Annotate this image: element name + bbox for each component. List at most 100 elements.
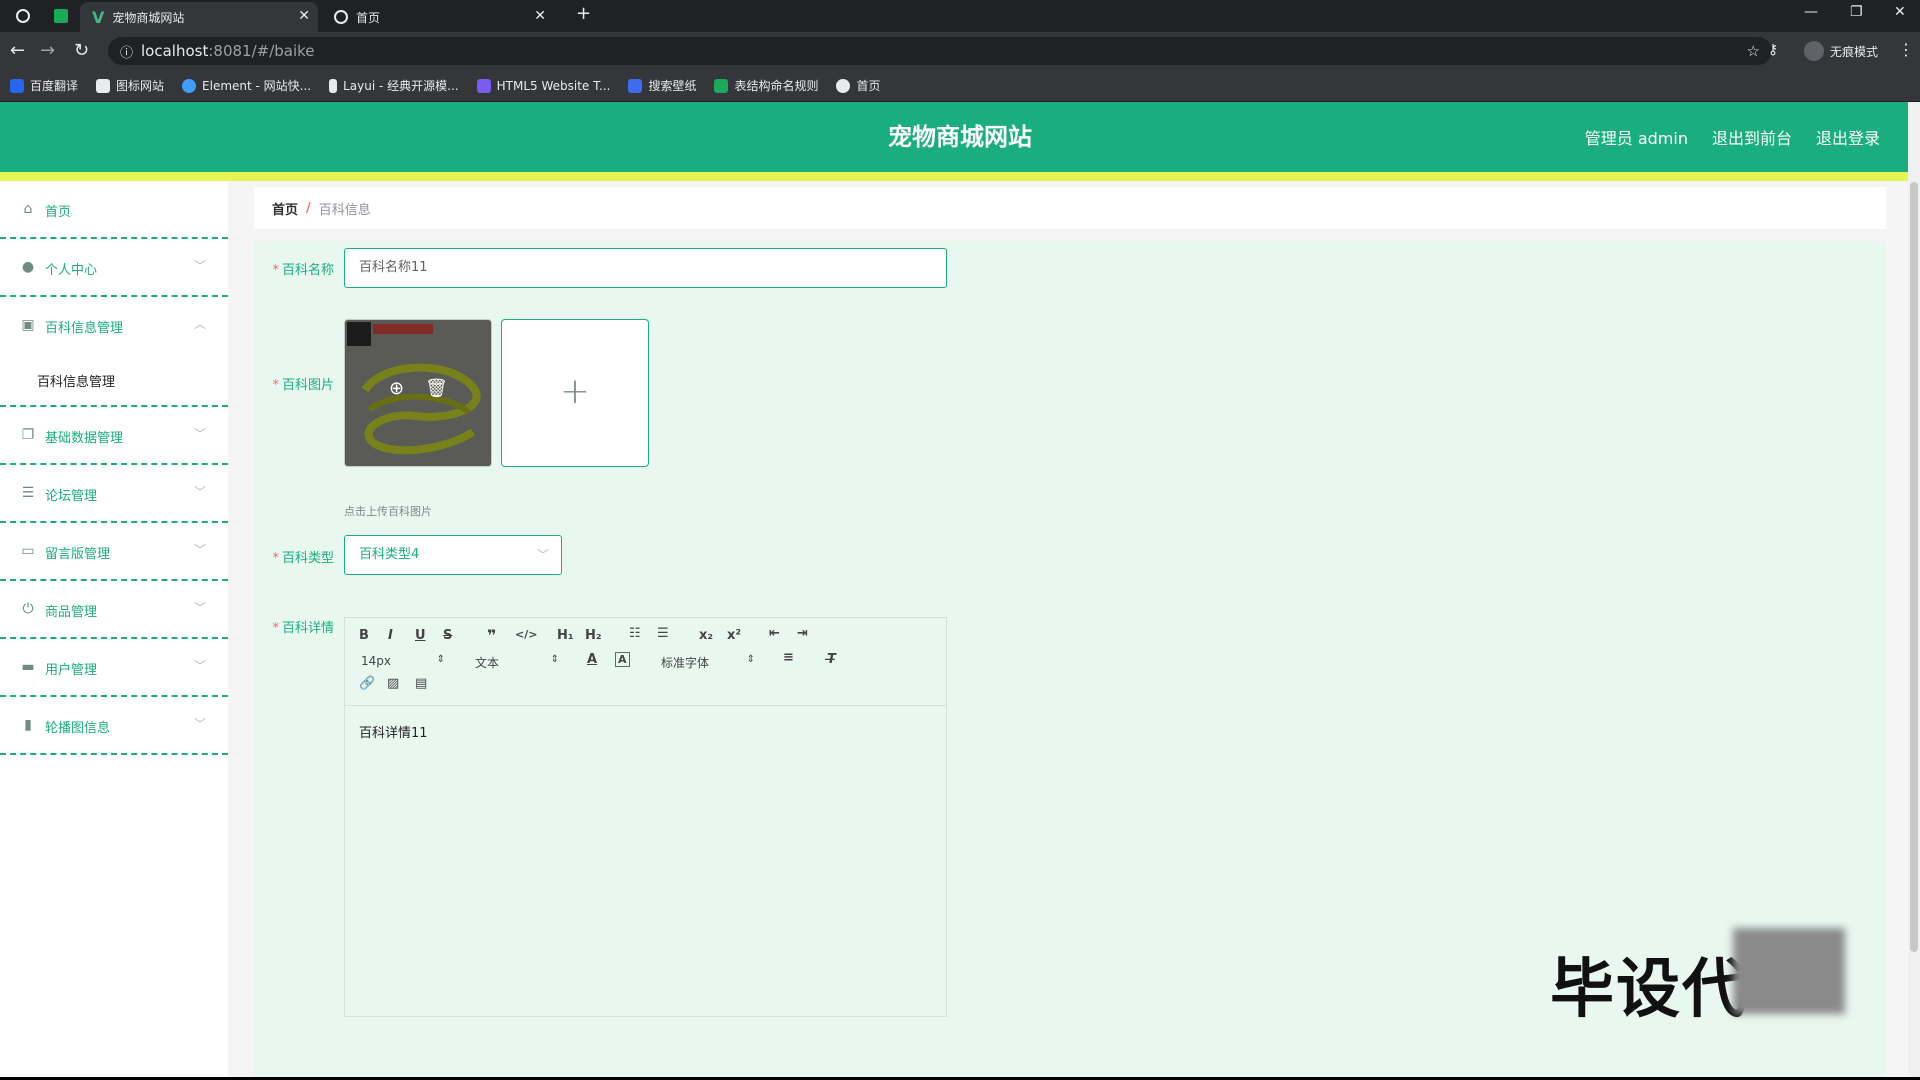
chevron-up-icon: ︿	[193, 317, 206, 331]
restore-icon[interactable]: ❐	[1850, 4, 1863, 20]
chevron-down-icon: ﹀	[193, 427, 206, 441]
breadcrumb-separator: /	[306, 200, 311, 216]
bookmark-item[interactable]: Element - 网站快...	[182, 77, 311, 94]
vue-logo-icon: V	[92, 7, 105, 27]
new-tab-button[interactable]: +	[576, 3, 591, 24]
chevron-down-icon: ﹀	[193, 543, 206, 557]
delete-icon[interactable]: 🗑	[425, 378, 448, 399]
bookmark-icon	[10, 78, 24, 93]
blockquote-icon[interactable]: ❞	[487, 626, 496, 645]
briefcase-icon: ▬	[21, 659, 35, 675]
code-block-icon[interactable]: </>	[515, 628, 537, 641]
browser-menu-icon[interactable]	[16, 9, 30, 23]
link-icon[interactable]: 🔗	[359, 676, 375, 691]
background-color-icon[interactable]: A	[615, 652, 630, 667]
ordered-list-icon[interactable]: ☷	[629, 626, 641, 641]
editor-content[interactable]: 百科详情11	[359, 722, 428, 741]
user-icon: ●	[21, 259, 35, 275]
key-icon[interactable]: ⚷	[1768, 42, 1778, 58]
font-color-icon[interactable]: A	[587, 652, 597, 667]
logout-link[interactable]: 退出登录	[1816, 125, 1880, 149]
align-icon[interactable]: ≡	[783, 650, 794, 665]
bookmark-item[interactable]: 首页	[836, 77, 881, 94]
upload-tip: 点击上传百科图片	[344, 505, 432, 518]
reload-icon[interactable]: ↻	[74, 40, 89, 61]
page-scrollbar[interactable]	[1908, 102, 1920, 1077]
star-icon[interactable]: ☆	[1747, 42, 1760, 60]
type-select[interactable]: 百科类型4 ﹀	[344, 535, 562, 575]
bold-icon[interactable]: B	[359, 628, 369, 643]
sidebar: ⌂ 首页 ● 个人中心 ﹀ ▣ 百科信息管理 ︿ 百科信息管理 ❐ 基础数据管理…	[0, 181, 228, 1077]
app-root: 宠物商城网站 管理员 admin 退出到前台 退出登录 ⌂ 首页 ● 个人中心 …	[0, 102, 1920, 1077]
clear-format-icon[interactable]: T̶	[827, 652, 836, 667]
forward-icon[interactable]: →	[40, 40, 55, 61]
indent-icon[interactable]: ⇥	[797, 626, 808, 641]
sidebar-item-home[interactable]: ⌂ 首页	[0, 181, 228, 239]
close-window-icon[interactable]: ✕	[1894, 4, 1906, 20]
tab-home[interactable]: 首页 ✕	[322, 2, 554, 32]
type-label: * 百科类型	[272, 551, 334, 566]
rich-text-editor: B I U S ❞ </> H₁ H₂ ☷ ☰ x₂ x² ⇤ ⇥ 14px ⇕ …	[344, 617, 947, 1017]
bookmark-icon	[628, 78, 643, 93]
image-label: * 百科图片	[272, 378, 334, 393]
back-icon[interactable]: ←	[10, 40, 25, 61]
sliders-icon: ☰	[21, 485, 35, 501]
info-icon[interactable]: ⓘ	[120, 42, 133, 61]
bookmark-item[interactable]: HTML5 Website T...	[476, 78, 610, 93]
bookmark-item[interactable]: Layui - 经典开源模...	[329, 77, 459, 94]
incognito-badge[interactable]: 无痕模式	[1803, 41, 1878, 61]
heading1-icon[interactable]: H₁	[557, 628, 574, 643]
heading-select[interactable]: 文本 ⇕	[475, 654, 559, 671]
to-front-link[interactable]: 退出到前台	[1712, 125, 1792, 149]
bookmark-item[interactable]: 搜索壁纸	[628, 77, 696, 94]
close-tab-icon[interactable]: ✕	[298, 8, 310, 24]
bookmark-icon	[714, 78, 729, 93]
underline-icon[interactable]: U	[415, 628, 426, 643]
italic-icon[interactable]: I	[388, 628, 393, 643]
zoom-in-icon[interactable]: ⊕	[389, 378, 404, 399]
app-header: 宠物商城网站 管理员 admin 退出到前台 退出登录	[0, 102, 1920, 172]
superscript-icon[interactable]: x²	[727, 628, 741, 643]
bookmark-icon	[96, 78, 111, 93]
incognito-icon	[1803, 41, 1824, 61]
url-input[interactable]: ⓘ localhost:8081/#/baike ☆	[108, 37, 1772, 65]
scrollbar-thumb[interactable]	[1910, 182, 1918, 952]
subscript-icon[interactable]: x₂	[699, 628, 713, 643]
sidebar-item-forum[interactable]: ☰ 论坛管理 ﹀	[0, 465, 228, 523]
name-label: * 百科名称	[272, 263, 334, 278]
more-menu-icon[interactable]: ⋮	[1898, 40, 1914, 59]
sidebar-item-goods[interactable]: ⏻ 商品管理 ﹀	[0, 581, 228, 639]
font-size-select[interactable]: 14px ⇕	[361, 654, 445, 668]
image-icon[interactable]: ▨	[387, 676, 399, 691]
breadcrumb-home[interactable]: 首页	[272, 199, 298, 218]
upload-image-button[interactable]: +	[501, 319, 649, 467]
sidebar-item-carousel[interactable]: ▮ 轮播图信息 ﹀	[0, 697, 228, 755]
sidebar-item-baike-management[interactable]: ▣ 百科信息管理 ︿	[0, 297, 228, 355]
bookmark-icon	[329, 78, 338, 93]
outdent-icon[interactable]: ⇤	[769, 626, 780, 641]
bookmark-item[interactable]: 百度翻译	[10, 77, 78, 94]
tab-pet-store[interactable]: V 宠物商城网站 ✕	[80, 2, 318, 32]
sidebar-item-base-data[interactable]: ❐ 基础数据管理 ﹀	[0, 407, 228, 465]
name-input[interactable]: 百科名称11	[344, 248, 947, 288]
close-tab-icon[interactable]: ✕	[534, 8, 546, 24]
browser-tab-bar: V 宠物商城网站 ✕ 首页 ✕ + — ❐ ✕	[0, 0, 1920, 32]
sidebar-item-users[interactable]: ▬ 用户管理 ﹀	[0, 639, 228, 697]
bullet-list-icon[interactable]: ☰	[657, 626, 669, 641]
sidebar-item-guestbook[interactable]: ▭ 留言版管理 ﹀	[0, 523, 228, 581]
video-icon[interactable]: ▤	[415, 676, 427, 691]
sidebar-item-personal-center[interactable]: ● 个人中心 ﹀	[0, 239, 228, 297]
home-icon: ⌂	[23, 201, 33, 217]
bookmark-item[interactable]: 图标网站	[96, 77, 164, 94]
admin-label: 管理员 admin	[1584, 129, 1688, 148]
sidebar-subitem-baike[interactable]: 百科信息管理	[0, 355, 228, 407]
uploaded-image-thumbnail[interactable]: ⊕ 🗑	[344, 319, 492, 467]
strike-icon[interactable]: S	[443, 628, 452, 643]
bookmark-item[interactable]: 表结构命名规则	[714, 77, 818, 94]
heading2-icon[interactable]: H₂	[585, 628, 602, 643]
tab-group-icon[interactable]	[54, 9, 68, 23]
minimize-icon[interactable]: —	[1804, 4, 1818, 20]
globe-icon	[334, 10, 348, 24]
font-family-select[interactable]: 标准字体 ⇕	[661, 654, 755, 671]
header-links: 管理员 admin 退出到前台 退出登录	[1561, 102, 1880, 172]
